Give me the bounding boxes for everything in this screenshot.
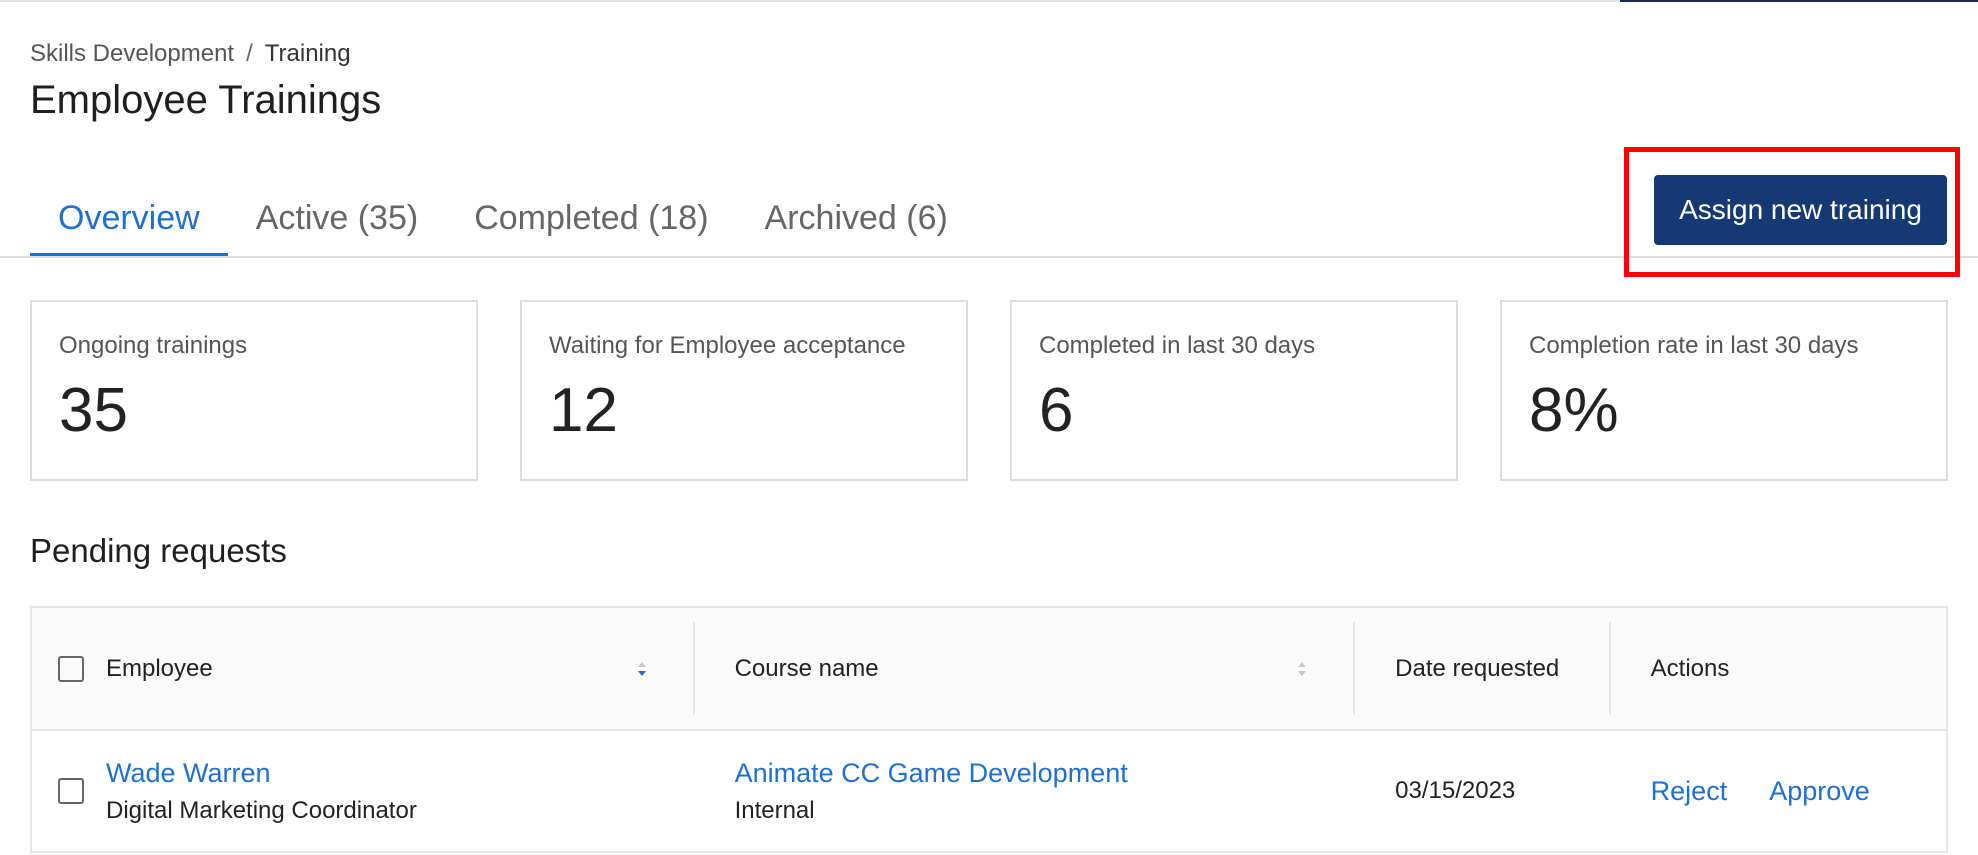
pending-requests-table: Employee Course name Date requested Acti…: [30, 606, 1948, 853]
tab-overview[interactable]: Overview: [30, 178, 228, 258]
assign-new-training-button[interactable]: Assign new training: [1654, 175, 1947, 245]
card-completion-rate: Completion rate in last 30 days 8%: [1500, 300, 1948, 481]
column-label-actions: Actions: [1650, 654, 1730, 682]
card-value: 8%: [1529, 376, 1619, 445]
column-label-employee: Employee: [106, 654, 213, 682]
card-value: 12: [549, 376, 618, 445]
summary-cards: Ongoing trainings 35 Waiting for Employe…: [30, 300, 1948, 481]
card-label: Completion rate in last 30 days: [1529, 332, 1859, 359]
breadcrumb-separator: /: [246, 40, 253, 67]
tab-archived[interactable]: Archived (6): [737, 178, 976, 258]
breadcrumb-parent[interactable]: Skills Development: [30, 40, 234, 68]
column-header-course: Course name: [695, 608, 1356, 729]
card-completed-30-days: Completed in last 30 days 6: [1010, 300, 1458, 481]
card-label: Completed in last 30 days: [1039, 332, 1316, 359]
card-ongoing-trainings: Ongoing trainings 35: [30, 300, 478, 481]
tab-completed[interactable]: Completed (18): [446, 178, 736, 258]
approve-button[interactable]: Approve: [1769, 776, 1870, 807]
card-value: 35: [59, 376, 128, 445]
column-label-course: Course name: [734, 654, 879, 682]
employee-role: Digital Marketing Coordinator: [106, 796, 417, 824]
sort-icon[interactable]: [637, 660, 647, 678]
breadcrumb: Skills Development / Training: [30, 40, 351, 68]
card-label: Ongoing trainings: [59, 332, 248, 359]
top-accent-bar: [1620, 0, 1978, 2]
employee-name-link[interactable]: Wade Warren: [106, 758, 417, 789]
course-type: Internal: [734, 796, 815, 824]
course-cell: Animate CC Game Development Internal: [695, 731, 1356, 851]
course-name-link[interactable]: Animate CC Game Development: [735, 758, 1356, 789]
actions-cell: Reject Approve: [1611, 731, 1946, 851]
table-row: Wade Warren Digital Marketing Coordinato…: [32, 731, 1946, 853]
reject-button[interactable]: Reject: [1651, 776, 1728, 807]
sort-icon[interactable]: [1297, 660, 1307, 678]
column-header-date: Date requested: [1355, 608, 1611, 729]
breadcrumb-current: Training: [264, 40, 351, 67]
column-header-employee: Employee: [32, 608, 695, 729]
tab-active[interactable]: Active (35): [228, 178, 447, 258]
card-label: Waiting for Employee acceptance: [549, 332, 906, 359]
date-requested-cell: 03/15/2023: [1395, 777, 1516, 804]
card-value: 6: [1039, 376, 1074, 445]
table-header: Employee Course name Date requested Acti…: [32, 608, 1946, 731]
page-title: Employee Trainings: [30, 78, 382, 122]
pending-requests-title: Pending requests: [30, 532, 287, 569]
card-waiting-acceptance: Waiting for Employee acceptance 12: [520, 300, 968, 481]
row-checkbox[interactable]: [58, 778, 84, 804]
select-all-checkbox[interactable]: [58, 655, 84, 682]
tab-bar: Overview Active (35) Completed (18) Arch…: [30, 178, 976, 258]
column-label-date: Date requested: [1395, 654, 1560, 682]
employee-cell: Wade Warren Digital Marketing Coordinato…: [32, 731, 695, 851]
column-header-actions: Actions: [1611, 608, 1946, 729]
